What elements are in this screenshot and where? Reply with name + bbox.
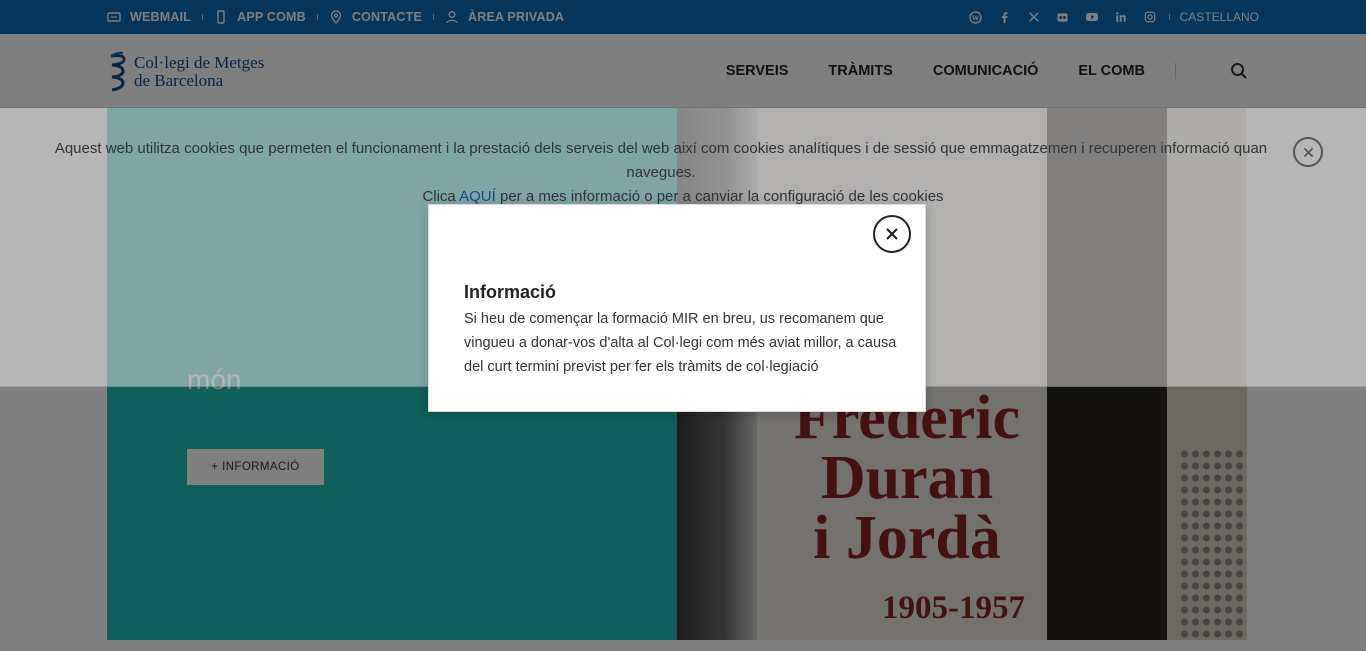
cookie-prefix: Clica bbox=[422, 188, 460, 205]
modal-title: Informació bbox=[464, 282, 557, 302]
cookie-suffix: per a mes informació o per a canviar la … bbox=[495, 188, 944, 205]
modal-close-button[interactable] bbox=[873, 215, 911, 253]
cookie-text: Aquest web utilitza cookies que permeten… bbox=[54, 140, 1268, 181]
close-icon bbox=[1303, 147, 1313, 157]
cookie-more-info-link[interactable]: AQUÍ bbox=[459, 188, 496, 205]
modal-body: Si heu de començar la formació MIR en br… bbox=[464, 311, 897, 375]
close-icon bbox=[886, 228, 898, 240]
cookie-close-button[interactable] bbox=[1293, 137, 1323, 167]
info-modal: Informació Si heu de començar la formaci… bbox=[428, 204, 926, 412]
